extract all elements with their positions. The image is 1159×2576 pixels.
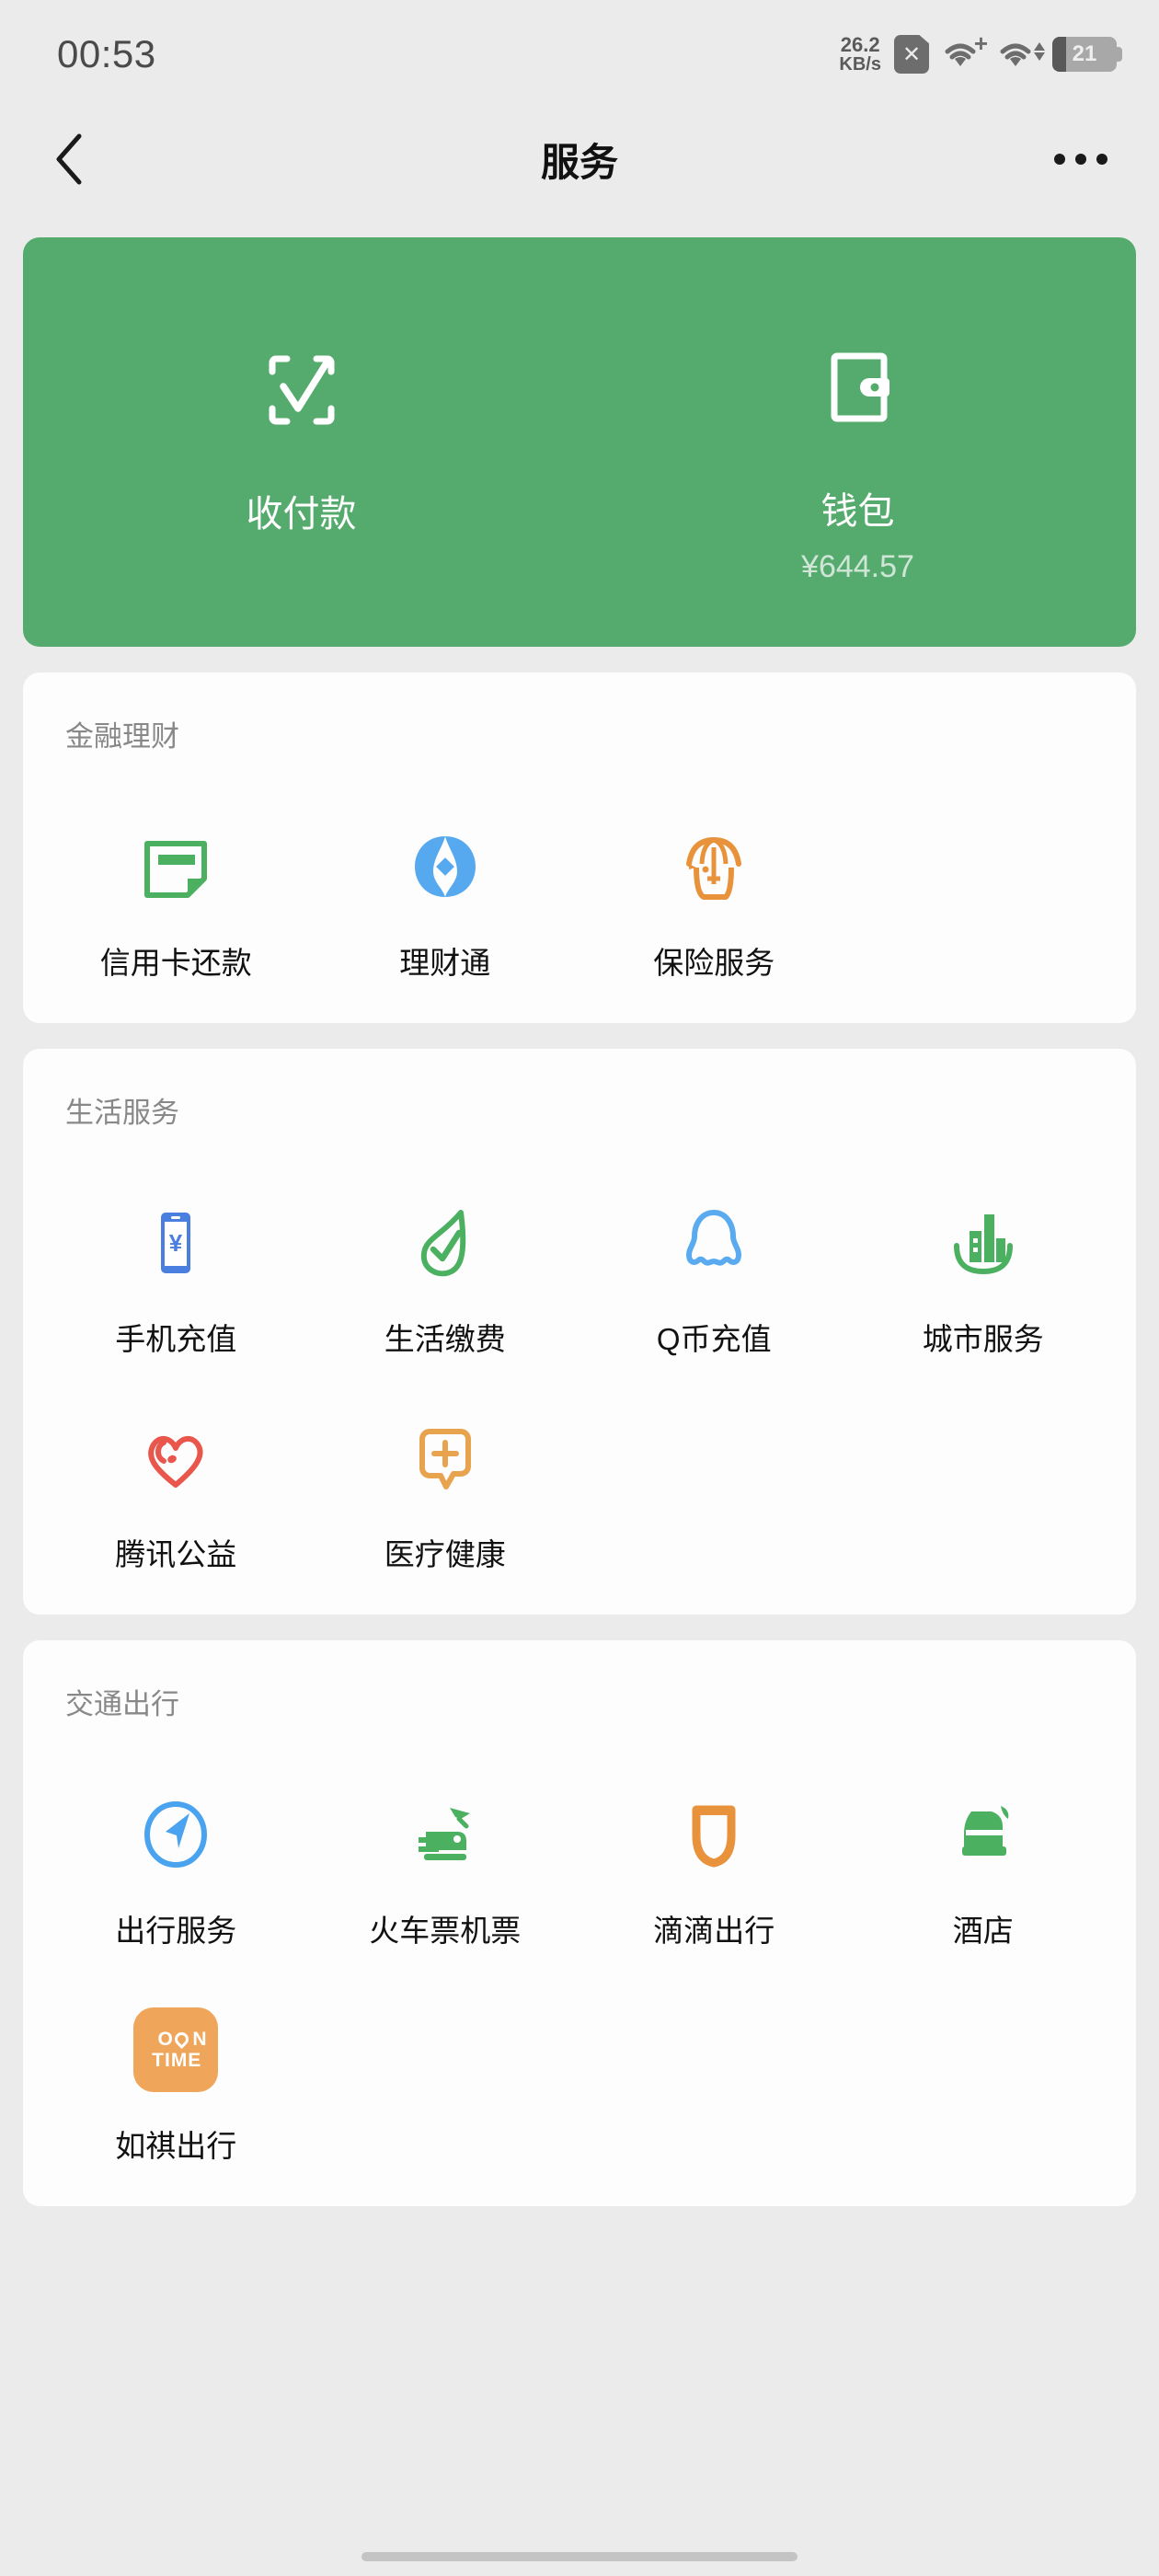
service-label: 理财通 [399,946,491,980]
phone-recharge-icon: ¥ [128,1195,224,1291]
section-transport: 交通出行 出行服务 火车票机票 滴滴出行 酒店 O N TIME 如祺出行 [23,1640,1136,2206]
sim-card-x-icon: ✕ [894,35,929,74]
service-label: 手机充值 [115,1322,237,1356]
network-speed-value: 26.2 [840,33,880,56]
status-time: 00:53 [57,32,156,75]
more-dot [1075,154,1086,165]
utility-bill-icon [397,1195,493,1291]
service-didi[interactable]: 滴滴出行 [580,1735,849,1950]
service-credit-card-repayment[interactable]: 信用卡还款 [41,767,311,983]
service-tencent-charity[interactable]: 腾讯公益 [41,1359,311,1574]
service-travel-services[interactable]: 出行服务 [41,1735,311,1950]
section-title: 生活服务 [65,1097,179,1129]
didi-icon [666,1787,762,1882]
service-phone-recharge[interactable]: ¥ 手机充值 [41,1144,311,1359]
wifi-updown-icon [997,35,1045,74]
network-speed-unit: KB/s [839,54,881,75]
wallet-balance: ¥644.57 [801,549,914,584]
ontime-time-text: TIME [152,2049,202,2071]
app-screen: 00:53 26.2 KB/s ✕ + 21 服务 收付款 钱包 ¥644.57… [0,0,1159,2576]
section-grid: 出行服务 火车票机票 滴滴出行 酒店 O N TIME 如祺出行 [23,1735,1136,2166]
payment-card: 收付款 钱包 ¥644.57 [23,237,1136,647]
home-indicator [361,2552,798,2561]
section-life-services: 生活服务 ¥ 手机充值 生活缴费 Q币充值 城市服务 腾讯公益 医疗健康 [23,1049,1136,1615]
more-horizontal-icon [1054,154,1065,165]
service-licaitong[interactable]: 理财通 [311,767,580,983]
service-label: 酒店 [952,1914,1014,1948]
more-options-button[interactable] [1054,154,1107,165]
service-label: 如祺出行 [115,2129,237,2163]
wallet-label: 钱包 [820,491,895,532]
status-icons: 26.2 KB/s ✕ + 21 [839,31,1122,75]
credit-card-icon [128,819,224,914]
battery-level: 21 [1072,41,1097,66]
section-grid: 信用卡还款 理财通 保险服务 [23,767,1136,983]
service-label: 腾讯公益 [115,1537,237,1571]
train-plane-icon [397,1787,493,1882]
service-medical-health[interactable]: 医疗健康 [311,1359,580,1574]
service-city-service[interactable]: 城市服务 [849,1144,1119,1359]
section-grid: ¥ 手机充值 生活缴费 Q币充值 城市服务 腾讯公益 医疗健康 [23,1144,1136,1574]
svg-text:¥: ¥ [169,1229,183,1257]
medical-health-icon [397,1410,493,1506]
service-insurance[interactable]: 保险服务 [580,767,849,983]
more-dot [1096,154,1107,165]
insurance-umbrella-icon [666,819,762,914]
wifi-traffic-arrows [1034,42,1045,61]
service-label: 滴滴出行 [653,1914,775,1948]
scan-pay-label: 收付款 [246,493,357,535]
network-speed-indicator: 26.2 KB/s [839,33,881,75]
licaitong-icon [397,819,493,914]
service-ontime-ride[interactable]: ON TIME 如祺出行 [41,1950,311,2166]
nav-bar: 服务 [0,109,1159,210]
ontime-app-icon: ON TIME [128,2002,224,2098]
wallet-icon [807,332,910,443]
tencent-charity-icon [128,1410,224,1506]
scan-pay-button[interactable]: 收付款 [23,302,580,583]
service-label: 城市服务 [922,1322,1044,1356]
service-label: 火车票机票 [369,1914,522,1948]
service-utility-payment[interactable]: 生活缴费 [311,1144,580,1359]
wallet-button[interactable]: 钱包 ¥644.57 [580,299,1136,585]
wifi-plus-badge: + [973,29,988,57]
section-title: 金融理财 [65,720,179,753]
battery-icon: 21 [1052,37,1122,72]
chevron-left-icon [52,132,86,186]
status-bar: 00:53 26.2 KB/s ✕ + 21 [0,0,1159,109]
wifi-plus-icon: + [942,31,988,74]
section-title: 交通出行 [65,1688,179,1720]
hotel-bed-icon [935,1787,1031,1882]
scan-pay-icon [250,335,353,445]
section-financial: 金融理财 信用卡还款 理财通 保险服务 [23,673,1136,1023]
navigation-arrow-icon [128,1787,224,1882]
service-label: Q币充值 [656,1322,772,1356]
service-label: 保险服务 [653,946,775,980]
service-label: 出行服务 [115,1914,237,1948]
service-hotel[interactable]: 酒店 [849,1735,1119,1950]
back-button[interactable] [52,132,107,187]
location-pin-icon [172,2029,192,2050]
service-qcoin-recharge[interactable]: Q币充值 [580,1144,849,1359]
city-service-icon [935,1195,1031,1291]
service-label: 医疗健康 [384,1537,506,1571]
qcoin-penguin-icon [666,1195,762,1291]
service-label: 信用卡还款 [99,946,252,980]
page-title: 服务 [540,140,618,184]
service-label: 生活缴费 [384,1322,506,1356]
service-train-flight-tickets[interactable]: 火车票机票 [311,1735,580,1950]
ontime-on-text: ON [157,2028,207,2050]
